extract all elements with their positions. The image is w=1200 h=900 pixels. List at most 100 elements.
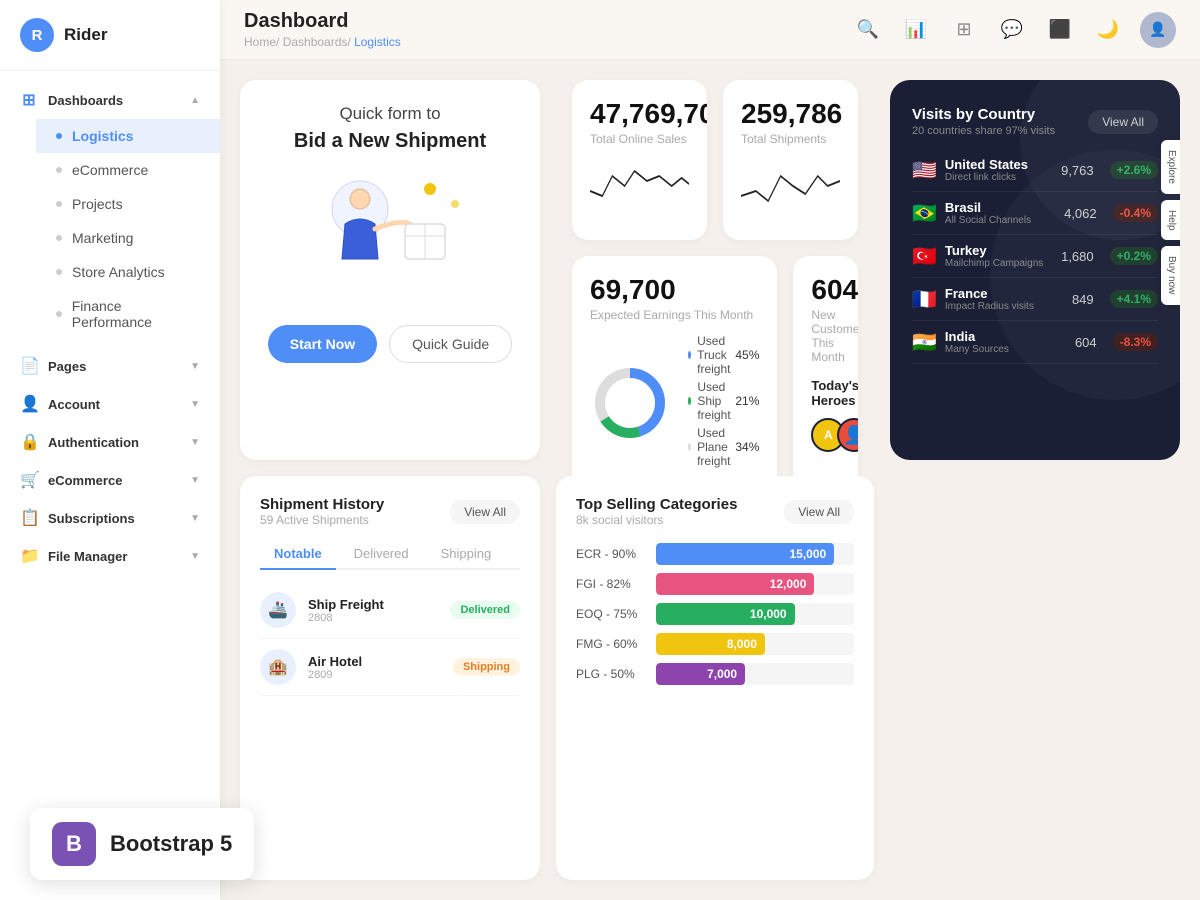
categories-card: Top Selling Categories 8k social visitor… [556,476,874,880]
bar-fgi-fill: 12,000 [656,573,814,595]
buy-now-button[interactable]: Buy now [1161,246,1180,304]
shipment-view-all[interactable]: View All [450,500,520,524]
subscriptions-label: Subscriptions [48,511,135,526]
shipments-label: Total Shipments [741,132,840,146]
bar-ecr-track: 15,000 [656,543,854,565]
sidebar-section-dashboards[interactable]: ⊞ Dashboards ▲ [0,81,220,119]
bootstrap-badge: B Bootstrap 5 [30,808,254,880]
sidebar-section-ecommerce2[interactable]: 🛒 eCommerce ▼ [0,461,220,499]
bar-fgi-label: FGI - 82% [576,577,646,591]
auth-label: Authentication [48,435,139,450]
topbar: Dashboard Home/ Dashboards/ Logistics 🔍 … [220,0,1200,60]
chat-icon[interactable]: 💬 [996,14,1028,46]
ecommerce2-icon: 🛒 [20,470,38,490]
content-area: Quick form to Bid a New Shipment [220,60,1200,900]
categories-view-all[interactable]: View All [784,500,854,524]
chart-icon[interactable]: 📊 [900,14,932,46]
plane-dot [688,443,691,451]
truck-label: Used Truck freight [697,334,735,376]
bar-eoq-label: EOQ - 75% [576,607,646,621]
pages-label: Pages [48,359,86,374]
breadcrumb-current: Logistics [354,35,401,49]
bar-chart: ECR - 90% 15,000 FGI - 82% 12,000 EOQ - … [576,543,854,685]
grid-icon[interactable]: ⊞ [948,14,980,46]
shipment-title: Shipment History [260,496,384,513]
ship-pct: 21% [735,394,759,408]
categories-header: Top Selling Categories 8k social visitor… [576,496,854,527]
bar-ecr-label: ECR - 90% [576,547,646,561]
filemanager-chevron: ▼ [190,551,200,562]
bootstrap-text: Bootstrap 5 [110,831,232,857]
sidebar-section-auth[interactable]: 🔒 Authentication ▼ [0,423,220,461]
store-analytics-dot [56,269,62,275]
bid-subtitle: Bid a New Shipment [294,130,486,153]
sidebar-item-label-finance-performance: Finance Performance [72,298,200,330]
page-title: Dashboard [244,10,401,33]
sidebar-section-account[interactable]: 👤 Account ▼ [0,385,220,423]
top-row: Quick form to Bid a New Shipment [240,80,1180,460]
account-label: Account [48,397,100,412]
earnings-value: 69,700 [590,274,759,306]
legend-ship: Used Ship freight 21% [688,380,759,422]
sidebar-item-finance-performance[interactable]: Finance Performance [36,289,220,339]
bottom-row: Shipment History 59 Active Shipments Vie… [240,476,1180,880]
ship-info-1: Ship Freight 2808 [308,597,438,624]
pages-icon: 📄 [20,356,38,376]
apps-icon[interactable]: ⬛ [1044,14,1076,46]
marketing-dot [56,235,62,241]
auth-chevron: ▼ [190,437,200,448]
bar-fmg-track: 8,000 [656,633,854,655]
bar-plg-fill: 7,000 [656,663,745,685]
main-area: Dashboard Home/ Dashboards/ Logistics 🔍 … [220,0,1200,900]
start-now-button[interactable]: Start Now [268,325,377,363]
sidebar-item-store-analytics[interactable]: Store Analytics [36,255,220,289]
dashboards-label: Dashboards [48,93,123,108]
truck-dot [688,351,691,359]
topbar-left: Dashboard Home/ Dashboards/ Logistics [244,10,401,49]
search-icon[interactable]: 🔍 [852,14,884,46]
ship-name-1: Ship Freight [308,597,438,612]
bar-plg-label: PLG - 50% [576,667,646,681]
tab-shipping[interactable]: Shipping [427,539,506,570]
sidebar-item-projects[interactable]: Projects [36,187,220,221]
ship-badge-1: Delivered [450,601,520,619]
earnings-label: Expected Earnings This Month [590,308,759,322]
ecommerce2-label: eCommerce [48,473,122,488]
sidebar-section-subscriptions[interactable]: 📋 Subscriptions ▼ [0,499,220,537]
legend-truck: Used Truck freight 45% [688,334,759,376]
user-avatar[interactable]: 👤 [1140,12,1176,48]
theme-toggle-icon[interactable]: 🌙 [1092,14,1124,46]
logistics-dot [56,133,62,139]
finance-performance-dot [56,311,62,317]
bar-fgi: FGI - 82% 12,000 [576,573,854,595]
shipment-sub: 59 Active Shipments [260,513,384,527]
stat-card-sales: 47,769,700 Tons Total Online Sales [572,80,707,240]
quick-guide-button[interactable]: Quick Guide [389,325,512,363]
sidebar-item-label-marketing: Marketing [72,230,133,246]
sidebar-section-filemanager[interactable]: 📁 File Manager ▼ [0,537,220,575]
sidebar-item-logistics[interactable]: Logistics [36,119,220,153]
ship-id-2: 2809 [308,669,441,681]
help-button[interactable]: Help [1161,200,1180,241]
shipment-tabs: Notable Delivered Shipping [260,539,520,570]
bar-plg: PLG - 50% 7,000 [576,663,854,685]
us-flag: 🇺🇸 [912,158,937,183]
logo-icon: R [20,18,54,52]
sidebar-item-marketing[interactable]: Marketing [36,221,220,255]
ecommerce-dot [56,167,62,173]
tab-notable[interactable]: Notable [260,539,336,570]
sales-label: Total Online Sales [590,132,689,146]
bar-ecr-fill: 15,000 [656,543,834,565]
dashboards-submenu: Logistics eCommerce Projects Marketing S… [0,119,220,339]
tab-delivered[interactable]: Delivered [340,539,423,570]
explore-button[interactable]: Explore [1161,140,1180,194]
bar-fgi-track: 12,000 [656,573,854,595]
bid-illustration [310,169,470,299]
sidebar-item-ecommerce[interactable]: eCommerce [36,153,220,187]
logo-name: Rider [64,25,107,45]
sidebar-section-pages[interactable]: 📄 Pages ▼ [0,347,220,385]
ship-icon-2: 🏨 [260,649,296,685]
shipment-item-1: 🚢 Ship Freight 2808 Delivered [260,582,520,639]
customers-value: 604 [811,274,840,306]
hero-avatars: A 👤 S 👤 P 👤 [811,418,840,452]
